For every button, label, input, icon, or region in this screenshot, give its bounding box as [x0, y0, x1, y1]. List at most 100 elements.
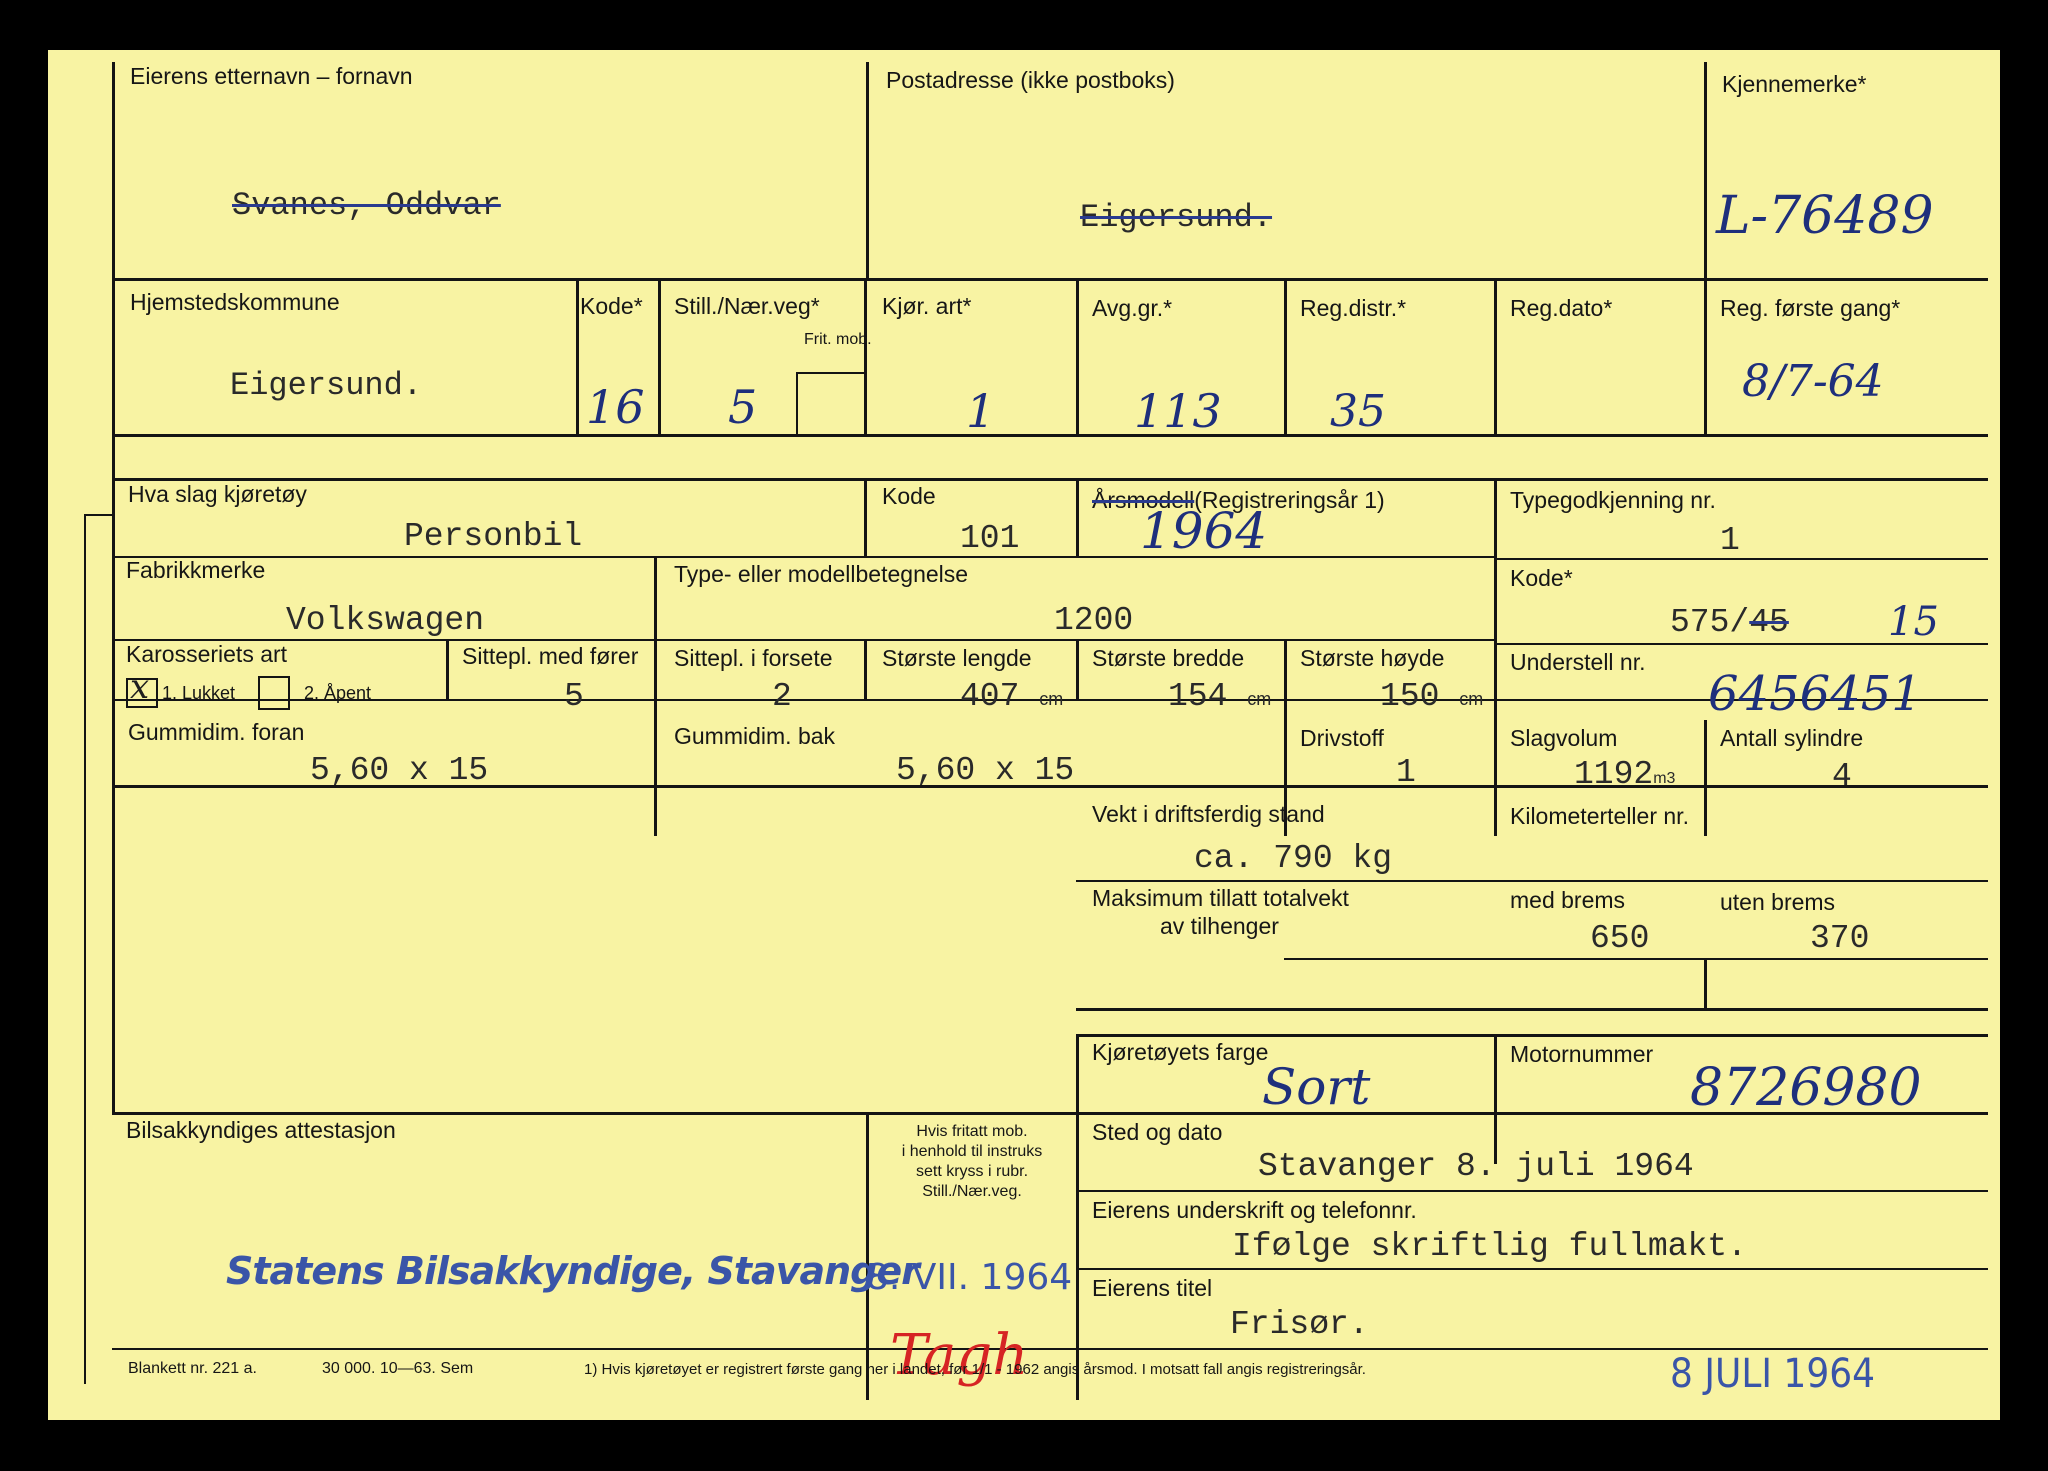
height-unit: cm: [1459, 689, 1484, 709]
address-label: Postadresse (ikke postboks): [886, 67, 1175, 93]
chassis-value: 6456451: [1708, 666, 1922, 722]
height-label: Største høyde: [1300, 645, 1445, 671]
width-number: 154: [1168, 678, 1228, 715]
trailer-label-2: av tilhenger: [1160, 913, 1279, 939]
row-line: [1076, 1268, 1988, 1270]
volume-value: 1192m3: [1574, 758, 1675, 791]
type-approval-label: Typegodkjenning nr.: [1510, 487, 1716, 513]
front-seats-label: Sittepl. i forsete: [674, 645, 833, 671]
row-line: [112, 478, 1988, 481]
front-seats-value: 2: [772, 678, 792, 715]
row-line: [1076, 1034, 1988, 1037]
attest-note: Hvis fritatt mob. i henhold til instruks…: [901, 1123, 1043, 1200]
body-open-checkbox[interactable]: [258, 676, 290, 710]
col-line: [446, 639, 449, 699]
kind-value: Personbil: [404, 518, 583, 555]
color-label: Kjøretøyets farge: [1092, 1039, 1269, 1065]
footer-date-stamp: 8 JULI 1964: [1670, 1351, 1876, 1397]
municipality-label: Hjemstedskommune: [130, 289, 340, 315]
body-option-closed: 1. Lukket: [162, 683, 236, 703]
col-line: [654, 556, 657, 836]
plate-value: L-76489: [1716, 186, 1934, 246]
row-line: [112, 556, 1496, 558]
inspector-stamp: Statens Bilsakkyndige, Stavanger: [226, 1249, 920, 1293]
braked-label: med brems: [1510, 887, 1626, 913]
unbraked-label: uten brems: [1720, 889, 1836, 915]
owner-sign-label: Eierens underskrift og telefonnr.: [1092, 1197, 1417, 1223]
still-value: 5: [728, 380, 758, 434]
year-value: 1964: [1140, 502, 1268, 560]
col-line: [1494, 280, 1497, 435]
tire-rear-label: Gummidim. bak: [674, 723, 836, 749]
distr-label: Reg.distr.*: [1300, 295, 1407, 321]
col-line: [658, 280, 661, 435]
col-line: [1494, 1034, 1497, 1164]
margin-tick: [84, 514, 112, 516]
model-label: Type- eller modellbetegnelse: [674, 561, 969, 587]
motor-label: Motornummer: [1510, 1041, 1654, 1067]
volume-label: Slagvolum: [1510, 725, 1618, 751]
address-value: Eigersund.: [1080, 199, 1273, 236]
frit-box-line: [796, 372, 866, 374]
municipality-value: Eigersund.: [230, 367, 423, 404]
width-value: 154 cm: [1168, 680, 1271, 713]
registration-card: Eierens etternavn – fornavn Svanes, Oddv…: [48, 50, 2000, 1420]
col-line: [1494, 480, 1497, 836]
kode2-value: 575/45: [1670, 604, 1789, 641]
col-line: [1076, 1034, 1079, 1400]
make-label: Fabrikkmerke: [126, 557, 266, 583]
kode2-value-struck: 45: [1749, 604, 1789, 641]
length-number: 407: [960, 678, 1020, 715]
owner-name-value: Svanes, Oddvar: [232, 187, 501, 224]
code-value: 16: [586, 380, 645, 434]
col-line: [576, 280, 579, 435]
col-line: [864, 480, 867, 556]
body-label: Karosseriets art: [126, 641, 288, 667]
row-line: [1494, 558, 1988, 560]
attest-date-stamp: 8. VII. 1964: [866, 1257, 1073, 1298]
row-line: [1076, 880, 1988, 882]
col-line: [866, 62, 869, 280]
col-line: [864, 639, 867, 699]
still-label: Still./Nær.veg*: [674, 293, 820, 319]
motor-value: 8726980: [1690, 1058, 1922, 1118]
col-line: [1704, 960, 1707, 1010]
row-line: [1284, 958, 1988, 960]
row-line: [112, 639, 1496, 641]
height-value: 150 cm: [1380, 680, 1483, 713]
first-reg-label: Reg. første gang*: [1720, 295, 1901, 321]
form-number: Blankett nr. 221 a.: [128, 1360, 257, 1377]
first-reg-value: 8/7-64: [1742, 356, 1884, 407]
date-label: Reg.dato*: [1510, 295, 1613, 321]
kode-label: Kode: [882, 483, 936, 509]
weight-value: ca. 790 kg: [1194, 840, 1393, 877]
code-label: Kode*: [580, 293, 643, 319]
fuel-value: 1: [1396, 754, 1416, 791]
col-line: [1284, 280, 1287, 435]
weight-label: Vekt i driftsferdig stand: [1092, 801, 1325, 827]
width-label: Største bredde: [1092, 645, 1245, 671]
col-line: [1076, 480, 1079, 556]
attest-label: Bilsakkyndiges attestasjon: [126, 1117, 396, 1143]
body-option-open: 2. Åpent: [304, 683, 372, 703]
frit-box-line: [796, 372, 798, 434]
kode2-new-value: 15: [1888, 599, 1939, 645]
row-line: [1076, 1190, 1988, 1192]
type-approval-value: 1: [1720, 522, 1740, 559]
odometer-label: Kilometerteller nr.: [1510, 803, 1689, 829]
kind-label: Hva slag kjøretøy: [128, 481, 307, 507]
footnote: 1) Hvis kjøretøyet er registrert første …: [584, 1361, 1366, 1378]
volume-unit: m3: [1653, 770, 1676, 787]
frit-label: Frit. mob.: [804, 331, 872, 348]
margin-line: [84, 514, 86, 1384]
col-line: [1704, 280, 1707, 435]
place-label: Sted og dato: [1092, 1119, 1223, 1145]
distr-value: 35: [1330, 386, 1386, 437]
braked-value: 650: [1590, 920, 1650, 957]
color-value: Sort: [1262, 1058, 1371, 1116]
fuel-label: Drivstoff: [1300, 725, 1384, 751]
tire-front-value: 5,60 x 15: [310, 752, 489, 789]
kjor-label: Kjør. art*: [882, 293, 972, 319]
height-number: 150: [1380, 678, 1440, 715]
kjor-value: 1: [966, 384, 996, 438]
